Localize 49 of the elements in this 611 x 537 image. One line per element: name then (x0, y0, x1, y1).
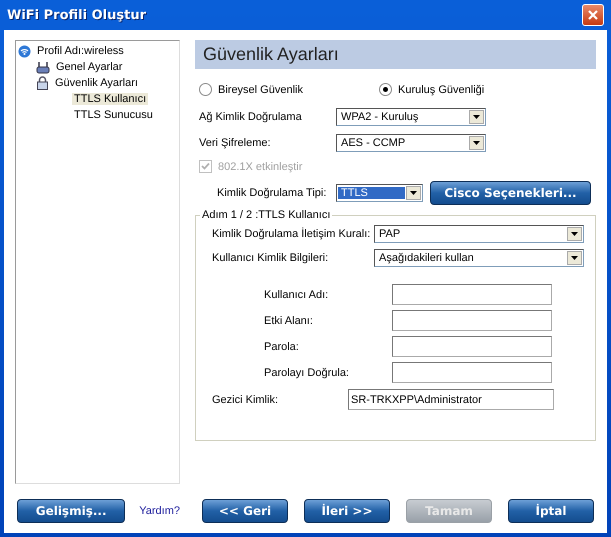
wizard-button[interactable]: İptal (508, 499, 594, 523)
input-field[interactable] (392, 336, 552, 357)
tree-item[interactable]: Güvenlik Ayarları (53, 77, 140, 89)
input-field[interactable] (392, 310, 552, 331)
padlock-icon (36, 76, 49, 90)
wizard-button[interactable]: İleri >> (304, 499, 390, 523)
dropdown[interactable]: Aşağıdakileri kullan (374, 249, 584, 267)
dropdown-arrow-icon[interactable] (473, 141, 480, 145)
field-label: Kimlik Doğrulama İletişim Kuralı: (212, 228, 372, 240)
dropdown-arrow-icon[interactable] (571, 256, 578, 260)
field-label: Parolayı Doğrula: (264, 366, 350, 378)
dropdown-arrow-icon[interactable] (571, 232, 578, 236)
dropdown[interactable]: AES - CCMP (336, 134, 486, 152)
dropdown-arrow-icon[interactable] (473, 115, 480, 119)
router-icon (36, 60, 50, 74)
help-link[interactable]: Yardım? (139, 505, 180, 517)
field-label: Kimlik Doğrulama Tipi: (217, 187, 328, 199)
tree-item[interactable]: Profil Adı:wireless (35, 45, 126, 57)
dropdown[interactable]: WPA2 - Kuruluş (336, 108, 486, 126)
dropdown[interactable]: TTLS (336, 184, 423, 202)
wireless-globe-icon (18, 44, 31, 58)
field-label: Etki Alanı: (264, 314, 314, 326)
dropdown[interactable]: PAP (374, 225, 584, 243)
tree-item[interactable]: TTLS Sunucusu (72, 109, 155, 121)
field-label: Gezici Kimlik: (212, 394, 280, 406)
field-label: Parola: (264, 340, 300, 352)
close-button[interactable] (582, 4, 604, 26)
advanced-button[interactable]: Gelişmiş... (17, 499, 126, 523)
field-label: Ağ Kimlik Doğrulama (199, 111, 303, 123)
input-field[interactable] (392, 284, 552, 305)
close-icon[interactable] (587, 9, 599, 21)
window-title: WiFi Profili Oluştur (7, 8, 146, 22)
input-field[interactable] (392, 362, 552, 383)
section-heading: Güvenlik Ayarları (195, 40, 596, 69)
radio-label: Bireysel Güvenlik (218, 84, 303, 96)
radio-label: Kuruluş Güvenliği (398, 84, 484, 96)
field-label: Veri Şifreleme: (199, 137, 272, 149)
radio-button[interactable] (199, 83, 212, 96)
input-field[interactable]: SR-TRKXPP\Administrator (348, 389, 554, 410)
cisco-options-button[interactable]: Cisco Seçenekleri... (430, 181, 591, 205)
field-label: Kullanıcı Adı: (264, 288, 330, 300)
tree-item[interactable]: TTLS Kullanıcı (72, 93, 148, 105)
radio-button[interactable] (379, 83, 392, 96)
dropdown-arrow-icon[interactable] (410, 191, 417, 195)
tree-item[interactable]: Genel Ayarlar (54, 61, 124, 73)
group-title: Adım 1 / 2 :TTLS Kullanıcı (201, 209, 332, 221)
checkbox-label: 802.1X etkinleştir (218, 160, 302, 172)
field-label: Kullanıcı Kimlik Bilgileri: (212, 252, 330, 264)
wizard-button[interactable]: << Geri (202, 499, 288, 523)
